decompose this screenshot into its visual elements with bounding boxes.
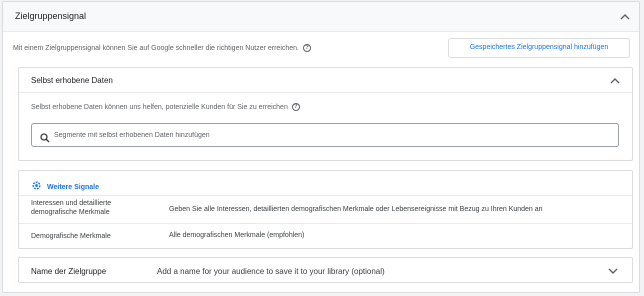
audience-signal-card: Zielgruppensignal Mit einem Zielgruppens… (2, 1, 640, 293)
signal-row-key: Interessen und detaillierte demografisch… (31, 200, 112, 216)
audience-name-value: Add a name for your audience to save it … (157, 267, 385, 276)
segment-search-input[interactable] (54, 128, 604, 142)
first-party-data-section: Selbst erhobene Daten Selbst erhobene Da… (18, 67, 633, 161)
signal-row-value: Geben Sie alle Interessen, detaillierten… (169, 206, 543, 213)
chevron-up-icon[interactable] (607, 74, 623, 88)
signal-row[interactable]: Demografische Merkmale Alle demografisch… (19, 223, 632, 248)
add-saved-signal-button[interactable]: Gespeichertes Zielgruppensignal hinzufüg… (448, 38, 630, 58)
gear-icon (31, 178, 42, 196)
segment-search-field[interactable] (31, 123, 619, 147)
first-party-title: Selbst erhobene Daten (31, 76, 113, 85)
help-icon[interactable]: ? (291, 103, 300, 111)
card-header[interactable]: Zielgruppensignal (3, 2, 639, 32)
chevron-up-icon[interactable] (617, 10, 633, 24)
more-signals-link[interactable]: Weitere Signale (31, 178, 99, 196)
help-icon[interactable]: ? (303, 44, 311, 52)
signal-row-value: Alle demografischen Merkmale (empfohlen) (169, 232, 305, 239)
signal-row[interactable]: Interessen und detaillierte demografisch… (19, 195, 632, 223)
audience-name-row[interactable]: Name der Zielgruppe Add a name for your … (18, 257, 633, 283)
intro-label: Mit einem Zielgruppensignal können Sie a… (13, 44, 299, 52)
first-party-header[interactable]: Selbst erhobene Daten (19, 68, 632, 93)
first-party-desc-label: Selbst erhobene Daten können uns helfen,… (31, 103, 288, 111)
search-icon (40, 130, 50, 148)
more-signals-section: Weitere Signale Interessen und detaillie… (18, 170, 633, 249)
chevron-down-icon[interactable] (605, 264, 621, 278)
audience-name-label: Name der Zielgruppe (31, 267, 107, 276)
more-signals-label: Weitere Signale (47, 183, 100, 191)
intro-text: Mit einem Zielgruppensignal können Sie a… (13, 44, 311, 52)
card-title: Zielgruppensignal (15, 11, 87, 21)
first-party-description: Selbst erhobene Daten können uns helfen,… (31, 103, 300, 111)
signal-row-key: Demografische Merkmale (31, 233, 111, 240)
